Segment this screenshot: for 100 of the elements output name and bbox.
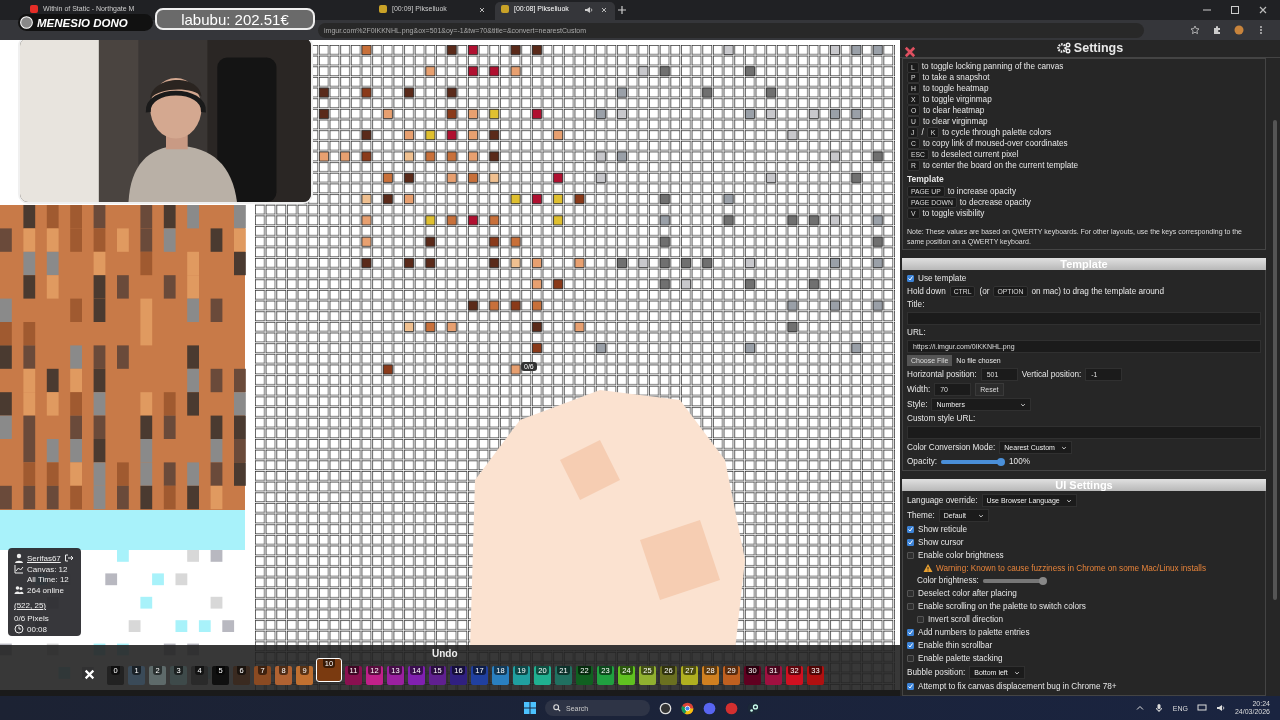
windows-icon[interactable]: [524, 702, 536, 714]
online-count: 264 online: [27, 585, 64, 595]
checkbox[interactable]: [907, 552, 914, 559]
field-label: Language override:: [907, 496, 978, 505]
warning-text: Warning: Known to cause fuzziness in Chrome on some Mac/Linux installs: [936, 563, 1206, 573]
hint-text: Hold down: [907, 287, 946, 296]
option-label: Enable color brightness: [918, 551, 1004, 560]
caret-icon: [977, 512, 984, 519]
checkbox[interactable]: [907, 590, 914, 597]
field-label: Vertical position:: [1021, 370, 1082, 379]
logout-icon[interactable]: [63, 553, 74, 563]
username-link[interactable]: Serifas67: [27, 553, 61, 563]
field-label: Title:: [907, 300, 925, 309]
section-heading: Template: [907, 174, 945, 185]
chat-app-icon[interactable]: [703, 701, 716, 715]
field-label: Bubble position:: [907, 668, 966, 677]
speaker-icon[interactable]: [584, 5, 594, 15]
option-label: Invert scroll direction: [928, 615, 1004, 624]
checkbox[interactable]: [907, 603, 914, 610]
donation-overlay: MENESIO DONO: [18, 14, 153, 31]
star-icon[interactable]: [1190, 25, 1200, 35]
top-donor-overlay: labubu: 202.51€: [155, 8, 315, 30]
field-label: Width:: [907, 385, 931, 394]
section-header: UI Settings: [902, 479, 1266, 491]
keybind-description: to copy link of moused-over coordinates: [922, 138, 1068, 148]
field-label: Horizontal position:: [907, 370, 977, 379]
opacity-slider[interactable]: [941, 459, 1002, 464]
field-label: Theme:: [907, 511, 935, 520]
tab-close-icon[interactable]: [477, 5, 487, 15]
app-icon[interactable]: [659, 701, 672, 715]
opacity-reading: 100%: [1009, 457, 1030, 466]
search-icon: [553, 704, 561, 712]
user-icon: [14, 553, 24, 563]
option-label: Enable thin scrollbar: [918, 641, 993, 650]
section-header: Template: [902, 258, 1266, 270]
coin-icon: [20, 16, 33, 29]
steam-icon[interactable]: [747, 701, 760, 715]
warning-icon: [923, 563, 933, 573]
close-icon[interactable]: [1258, 5, 1268, 15]
option-label: Enable scrolling on the palette to switch colors: [918, 602, 1086, 611]
option-label: Show reticule: [918, 525, 968, 534]
option-label: Show cursor: [918, 538, 964, 547]
keybind-description: to clear virginmap: [922, 116, 988, 126]
key-separator: /: [921, 127, 924, 137]
keybind-description: to toggle virginmap: [922, 95, 992, 105]
checkbox[interactable]: [907, 526, 914, 533]
caret-icon: [1060, 444, 1067, 451]
field-label: URL:: [907, 328, 926, 337]
hint-text: on mac) to drag the template around: [1031, 287, 1164, 296]
field-label: Style:: [907, 400, 928, 409]
caret-icon: [1065, 497, 1072, 504]
pixel-count: 0/6 Pixels: [14, 614, 49, 623]
all-time-count: All Time: 12: [27, 575, 69, 584]
favicon-icon: [501, 5, 509, 13]
option-label: Enable palette stacking: [918, 654, 1003, 663]
hint-text: (or: [979, 287, 990, 296]
checkbox[interactable]: [907, 655, 914, 662]
keybind-description: to decrease opacity: [959, 198, 1031, 208]
clock-icon: [14, 624, 24, 634]
canvas-count: Canvas: 12: [27, 564, 68, 574]
chevron-icon[interactable]: [1134, 703, 1145, 713]
checkbox[interactable]: [917, 616, 924, 623]
puzzle-icon[interactable]: [1212, 25, 1222, 35]
avatar-icon[interactable]: [1234, 25, 1244, 35]
field-label: Opacity:: [907, 457, 938, 466]
coordinates-link[interactable]: (522, 25): [14, 601, 47, 610]
option-label: Use template: [918, 274, 967, 283]
field-label: Custom style URL:: [907, 414, 976, 423]
checkbox[interactable]: [907, 275, 914, 282]
keybind-description: to clear heatmap: [923, 106, 985, 116]
slider-label: Color brightness:: [917, 576, 979, 585]
option-label: Attempt to fix canvas displacement bug in Chrome 78+: [918, 682, 1117, 691]
chart-icon: [14, 564, 24, 574]
keybind-description: to toggle locking panning of the canvas: [921, 62, 1064, 72]
microphone-icon[interactable]: [1153, 703, 1164, 713]
tab-close-icon[interactable]: [599, 5, 609, 15]
option-label: Deselect color after placing: [918, 589, 1017, 598]
checkbox[interactable]: [907, 683, 914, 690]
chrome-icon[interactable]: [681, 701, 694, 715]
favicon-icon: [379, 5, 387, 13]
speaker-icon[interactable]: [1215, 703, 1226, 713]
maximize-icon[interactable]: [1230, 5, 1240, 15]
new-tab-icon[interactable]: [617, 5, 627, 15]
caret-icon: [1020, 401, 1027, 408]
keybind-description: to deselect current pixel: [932, 149, 1019, 159]
scrollbar[interactable]: [1273, 120, 1277, 600]
checkbox[interactable]: [907, 539, 914, 546]
settings-title: Settings: [1073, 41, 1124, 56]
option-label: Add numbers to palette entries: [918, 628, 1030, 637]
checkbox[interactable]: [907, 642, 914, 649]
keybind-description: to toggle heatmap: [922, 84, 989, 94]
checkbox[interactable]: [907, 629, 914, 636]
keybind-description: to toggle visibility: [922, 209, 985, 219]
undo-button[interactable]: Undo: [432, 648, 458, 659]
monitor-icon[interactable]: [1196, 703, 1207, 713]
field-label: Color Conversion Mode:: [907, 443, 996, 452]
users-icon: [14, 585, 24, 595]
cooldown-timer: 00:08: [27, 624, 48, 634]
favicon-icon: [30, 5, 38, 13]
keybind-description: to take a snapshot: [922, 73, 990, 83]
